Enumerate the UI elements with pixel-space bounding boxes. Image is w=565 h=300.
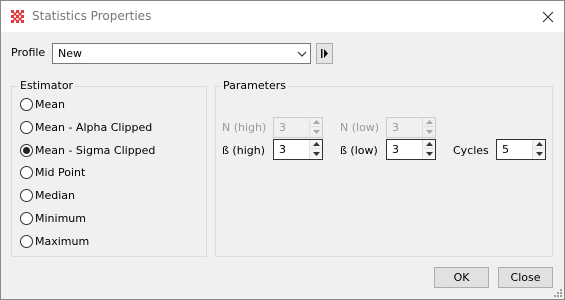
- spin-down-button[interactable]: [423, 149, 435, 158]
- radio-label: Mean: [35, 98, 65, 111]
- parameters-group-title: Parameters: [221, 79, 288, 92]
- radio-selected-dot: [23, 147, 30, 154]
- profile-label: Profile: [11, 46, 46, 59]
- statistics-properties-dialog: Statistics Properties Profile New Estima…: [0, 0, 565, 300]
- close-button[interactable]: Close: [498, 267, 553, 288]
- radio-label: Minimum: [35, 212, 86, 225]
- spin-up-button[interactable]: [310, 118, 322, 127]
- radio-label: Mid Point: [35, 166, 86, 179]
- spin-down-button[interactable]: [310, 127, 322, 136]
- caret-down-icon: [312, 129, 320, 134]
- spin-buttons: [532, 140, 545, 159]
- profile-value: New: [58, 47, 82, 60]
- window-title: Statistics Properties: [32, 9, 152, 23]
- caret-down-icon: [425, 151, 433, 156]
- spin-buttons: [309, 118, 322, 137]
- radio-button-selected[interactable]: [20, 144, 33, 157]
- radio-label: Mean - Alpha Clipped: [35, 121, 153, 134]
- spin-up-button[interactable]: [533, 140, 545, 149]
- close-icon: [542, 11, 554, 23]
- chevron-down-icon: [297, 51, 307, 57]
- cycles-label: Cycles: [453, 144, 489, 157]
- n-high-spinbox[interactable]: 3: [273, 117, 323, 138]
- radio-label: Mean - Sigma Clipped: [35, 144, 156, 157]
- play-arrow-icon: [321, 49, 328, 58]
- caret-up-icon: [425, 120, 433, 124]
- spin-buttons: [422, 118, 435, 137]
- grid-app-icon: [11, 10, 24, 23]
- caret-down-icon: [425, 129, 433, 134]
- resize-grip-icon[interactable]: [552, 287, 563, 298]
- title-bar: Statistics Properties: [1, 1, 564, 32]
- spin-down-button[interactable]: [533, 149, 545, 158]
- radio-button[interactable]: [20, 166, 33, 179]
- spin-buttons: [309, 140, 322, 159]
- n-high-label: N (high): [222, 121, 267, 134]
- radio-button[interactable]: [20, 235, 33, 248]
- caret-down-icon: [535, 151, 543, 156]
- close-window-button[interactable]: [537, 6, 559, 28]
- beta-high-label: ß (high): [222, 144, 265, 157]
- caret-down-icon: [312, 151, 320, 156]
- radio-button[interactable]: [20, 189, 33, 202]
- spin-up-button[interactable]: [310, 140, 322, 149]
- estimator-group-title: Estimator: [18, 79, 76, 92]
- profile-dropdown[interactable]: New: [52, 43, 311, 64]
- spin-buttons: [422, 140, 435, 159]
- radio-label: Median: [35, 189, 76, 202]
- caret-up-icon: [312, 120, 320, 124]
- cycles-value: 5: [502, 143, 509, 156]
- radio-button[interactable]: [20, 98, 33, 111]
- n-low-value: 3: [392, 121, 399, 134]
- radio-button[interactable]: [20, 212, 33, 225]
- beta-high-spinbox[interactable]: 3: [273, 139, 323, 160]
- beta-low-label: ß (low): [340, 144, 378, 157]
- ok-button[interactable]: OK: [434, 267, 489, 288]
- radio-button[interactable]: [20, 121, 33, 134]
- spin-down-button[interactable]: [310, 149, 322, 158]
- n-low-label: N (low): [340, 121, 380, 134]
- caret-up-icon: [312, 142, 320, 146]
- radio-label: Maximum: [35, 235, 90, 248]
- beta-high-value: 3: [279, 143, 286, 156]
- cycles-spinbox[interactable]: 5: [496, 139, 546, 160]
- spin-up-button[interactable]: [423, 140, 435, 149]
- n-low-spinbox[interactable]: 3: [386, 117, 436, 138]
- spin-down-button[interactable]: [423, 127, 435, 136]
- profile-menu-button[interactable]: [316, 43, 333, 64]
- caret-up-icon: [425, 142, 433, 146]
- beta-low-spinbox[interactable]: 3: [386, 139, 436, 160]
- parameters-group: [215, 86, 553, 257]
- n-high-value: 3: [279, 121, 286, 134]
- spin-up-button[interactable]: [423, 118, 435, 127]
- beta-low-value: 3: [392, 143, 399, 156]
- caret-up-icon: [535, 142, 543, 146]
